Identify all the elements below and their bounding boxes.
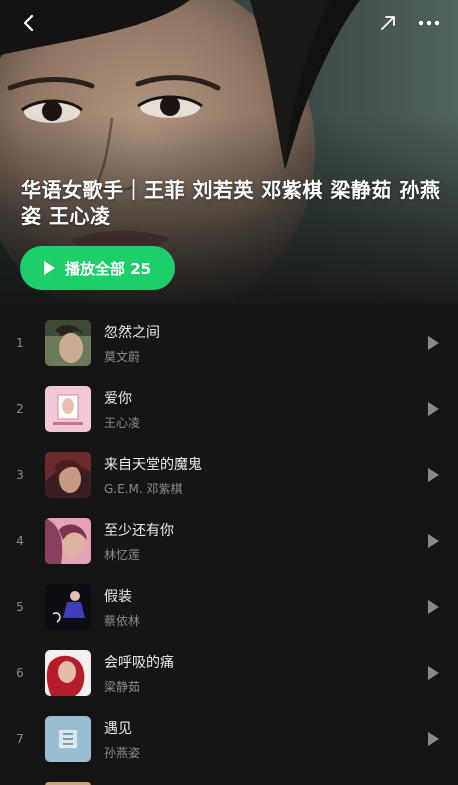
playlist-title: 华语女歌手｜王菲 刘若英 邓紫棋 梁静茹 孙燕姿 王心凌	[21, 178, 441, 228]
song-artist: 莫文蔚	[104, 350, 141, 364]
play-icon[interactable]	[428, 336, 439, 350]
playlist-header: 华语女歌手｜王菲 刘若英 邓紫棋 梁静茹 孙燕姿 王心凌 播放全部 25	[0, 0, 458, 304]
song-row[interactable]: 5 假装 蔡依林	[0, 574, 458, 640]
song-row[interactable]: 1 忽然之间 莫文蔚	[0, 310, 458, 376]
song-row[interactable]: 7 遇见 孙燕姿	[0, 706, 458, 772]
more-button[interactable]	[414, 8, 444, 38]
song-artist: 林忆莲	[104, 548, 141, 562]
song-index: 5	[16, 600, 24, 614]
song-title: 忽然之间	[104, 325, 160, 341]
song-row[interactable]: 2 爱你 王心凌	[0, 376, 458, 442]
song-artist: 蔡依林	[104, 614, 141, 628]
song-row[interactable]: 6 会呼吸的痛 梁静茹	[0, 640, 458, 706]
play-all-count: 25	[130, 259, 152, 278]
play-icon[interactable]	[428, 666, 439, 680]
song-row[interactable]: 3 来自天堂的魔鬼 G.E.M. 邓紫棋	[0, 442, 458, 508]
song-list: 1 忽然之间 莫文蔚 2 爱你 王心凌 3 来自天堂的魔鬼 G.E.M. 邓紫棋…	[0, 310, 458, 772]
song-index: 7	[16, 732, 24, 746]
song-artist: 王心凌	[104, 416, 141, 430]
song-index: 1	[16, 336, 24, 350]
song-title: 来自天堂的魔鬼	[104, 457, 202, 473]
song-artist: 梁静茹	[104, 680, 141, 694]
play-icon[interactable]	[428, 600, 439, 614]
song-index: 4	[16, 534, 24, 548]
album-cover	[45, 584, 91, 630]
song-index: 3	[16, 468, 24, 482]
song-index: 2	[16, 402, 24, 416]
play-icon[interactable]	[428, 732, 439, 746]
play-icon[interactable]	[428, 402, 439, 416]
album-cover	[45, 716, 91, 762]
chevron-left-icon	[23, 14, 34, 32]
song-title: 假装	[104, 589, 132, 605]
share-button[interactable]	[373, 8, 403, 38]
song-artist: 孙燕姿	[104, 746, 141, 760]
play-icon[interactable]	[428, 534, 439, 548]
album-cover	[45, 386, 91, 432]
song-artist: G.E.M. 邓紫棋	[104, 482, 183, 496]
play-icon[interactable]	[428, 468, 439, 482]
album-cover	[45, 650, 91, 696]
song-title: 会呼吸的痛	[104, 655, 174, 671]
more-dots-icon	[418, 20, 440, 26]
song-title: 至少还有你	[104, 523, 174, 539]
album-cover	[45, 320, 91, 366]
song-title: 爱你	[104, 391, 132, 407]
album-cover	[45, 452, 91, 498]
album-cover	[45, 518, 91, 564]
song-row[interactable]: 4 至少还有你 林忆莲	[0, 508, 458, 574]
play-icon	[43, 261, 55, 275]
share-arrow-icon	[381, 16, 395, 30]
back-button[interactable]	[14, 8, 44, 38]
song-title: 遇见	[104, 721, 132, 737]
song-index: 6	[16, 666, 24, 680]
play-all-button[interactable]: 播放全部 25	[20, 246, 175, 290]
play-all-label: 播放全部	[64, 259, 125, 278]
